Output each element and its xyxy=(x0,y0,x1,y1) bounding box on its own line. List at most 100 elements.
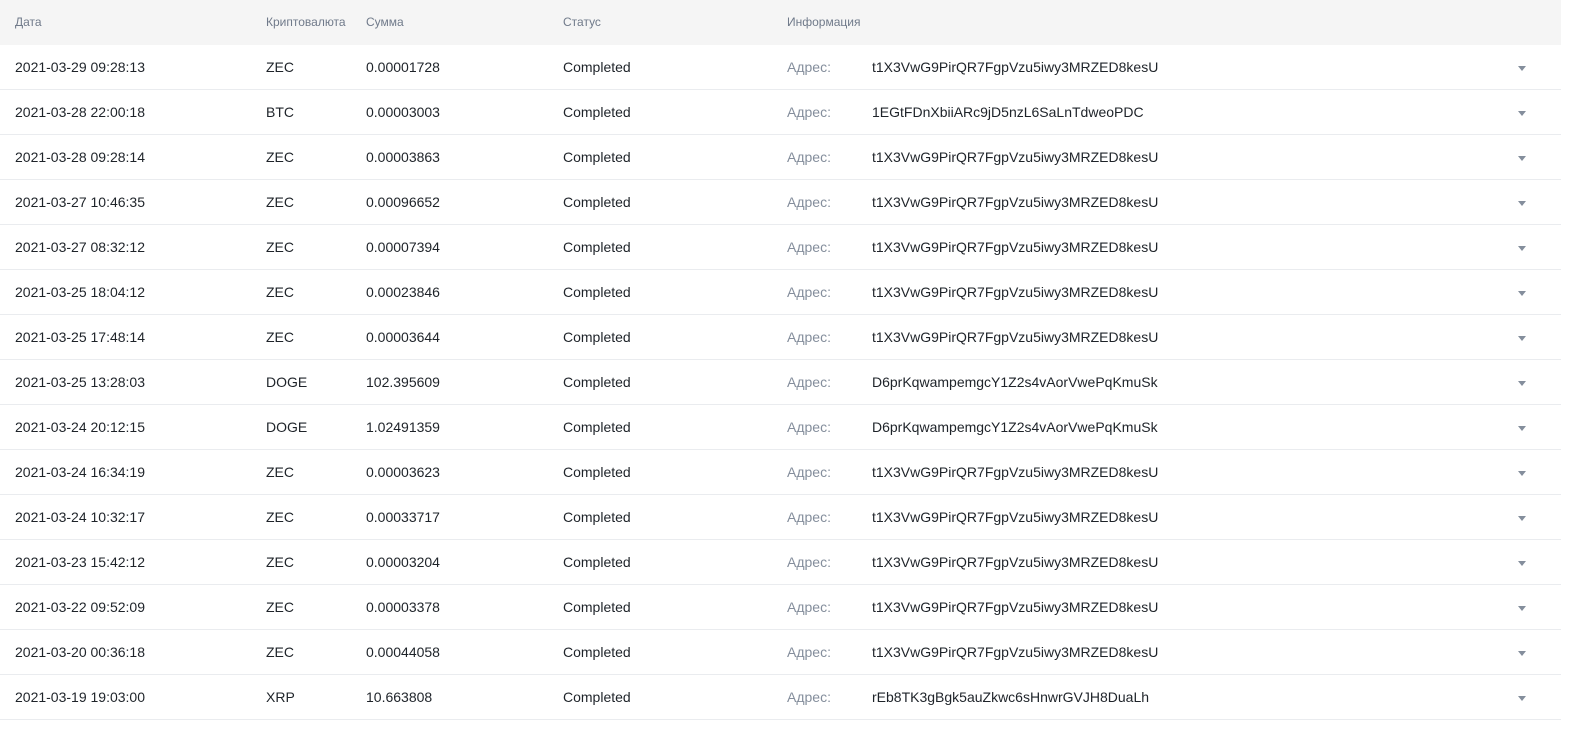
row-address-label: Адрес: xyxy=(787,554,831,570)
table-row[interactable]: 2021-03-29 09:28:13 ZEC 0.00001728 Complete… xyxy=(0,45,1561,90)
expand-row-button[interactable] xyxy=(1515,225,1529,269)
row-address-label: Адрес: xyxy=(787,59,831,75)
table-row[interactable]: 2021-03-20 00:36:18 ZEC 0.00044058 Complete… xyxy=(0,630,1561,675)
row-date: 2021-03-28 09:28:14 xyxy=(15,149,145,165)
row-coin: DOGE xyxy=(266,374,308,390)
row-status: Completed xyxy=(563,689,631,705)
row-amount: 0.00003863 xyxy=(366,149,440,165)
table-row[interactable]: 2021-03-27 08:32:12 ZEC 0.00007394 Complete… xyxy=(0,225,1561,270)
row-amount: 0.00096652 xyxy=(366,194,440,210)
expand-row-button[interactable] xyxy=(1515,315,1529,359)
table-row[interactable]: 2021-03-25 13:28:03 DOGE 102.395609 Complet… xyxy=(0,360,1561,405)
expand-row-button[interactable] xyxy=(1515,585,1529,629)
expand-row-button[interactable] xyxy=(1515,360,1529,404)
table-row[interactable]: 2021-03-25 18:04:12 ZEC 0.00023846 Complete… xyxy=(0,270,1561,315)
row-address-label: Адрес: xyxy=(787,239,831,255)
caret-down-icon xyxy=(1518,65,1526,71)
caret-down-icon xyxy=(1518,605,1526,611)
row-amount: 0.00044058 xyxy=(366,644,440,660)
row-coin: XRP xyxy=(266,689,295,705)
expand-row-button[interactable] xyxy=(1515,405,1529,449)
row-amount: 0.00003623 xyxy=(366,464,440,480)
row-coin: ZEC xyxy=(266,554,294,570)
header-date: Дата xyxy=(15,15,42,29)
expand-row-button[interactable] xyxy=(1515,675,1529,719)
row-amount: 0.00003378 xyxy=(366,599,440,615)
table-row[interactable]: 2021-03-23 15:42:12 ZEC 0.00003204 Complete… xyxy=(0,540,1561,585)
expand-row-button[interactable] xyxy=(1515,90,1529,134)
row-address-label: Адрес: xyxy=(787,104,831,120)
row-address: t1X3VwG9PirQR7FgpVzu5iwy3MRZED8kesU xyxy=(872,464,1159,480)
table-row[interactable]: 2021-03-22 09:52:09 ZEC 0.00003378 Complete… xyxy=(0,585,1561,630)
row-address-label: Адрес: xyxy=(787,284,831,300)
row-date: 2021-03-22 09:52:09 xyxy=(15,599,145,615)
row-coin: ZEC xyxy=(266,284,294,300)
row-address-label: Адрес: xyxy=(787,509,831,525)
caret-down-icon xyxy=(1518,155,1526,161)
row-coin: ZEC xyxy=(266,464,294,480)
expand-row-button[interactable] xyxy=(1515,180,1529,224)
row-date: 2021-03-24 20:12:15 xyxy=(15,419,145,435)
row-coin: DOGE xyxy=(266,419,308,435)
row-address: t1X3VwG9PirQR7FgpVzu5iwy3MRZED8kesU xyxy=(872,644,1159,660)
caret-down-icon xyxy=(1518,695,1526,701)
row-address: t1X3VwG9PirQR7FgpVzu5iwy3MRZED8kesU xyxy=(872,599,1159,615)
row-coin: ZEC xyxy=(266,239,294,255)
row-date: 2021-03-24 10:32:17 xyxy=(15,509,145,525)
table-header: Дата Криптовалюта Сумма Статус Информаци… xyxy=(0,0,1561,45)
expand-row-button[interactable] xyxy=(1515,495,1529,539)
row-date: 2021-03-23 15:42:12 xyxy=(15,554,145,570)
row-address-label: Адрес: xyxy=(787,464,831,480)
row-address: t1X3VwG9PirQR7FgpVzu5iwy3MRZED8kesU xyxy=(872,149,1159,165)
table-row[interactable]: 2021-03-28 22:00:18 BTC 0.00003003 Complete… xyxy=(0,90,1561,135)
row-address: t1X3VwG9PirQR7FgpVzu5iwy3MRZED8kesU xyxy=(872,554,1159,570)
row-status: Completed xyxy=(563,329,631,345)
table-row[interactable]: 2021-03-27 10:46:35 ZEC 0.00096652 Complete… xyxy=(0,180,1561,225)
table-row[interactable]: 2021-03-24 16:34:19 ZEC 0.00003623 Complete… xyxy=(0,450,1561,495)
row-status: Completed xyxy=(563,644,631,660)
row-address: t1X3VwG9PirQR7FgpVzu5iwy3MRZED8kesU xyxy=(872,284,1159,300)
caret-down-icon xyxy=(1518,470,1526,476)
row-status: Completed xyxy=(563,599,631,615)
withdrawal-history-table: Дата Криптовалюта Сумма Статус Информаци… xyxy=(0,0,1561,720)
table-body: 2021-03-29 09:28:13 ZEC 0.00001728 Complete… xyxy=(0,45,1561,720)
row-address-label: Адрес: xyxy=(787,419,831,435)
expand-row-button[interactable] xyxy=(1515,135,1529,179)
caret-down-icon xyxy=(1518,245,1526,251)
row-coin: ZEC xyxy=(266,644,294,660)
header-info: Информация xyxy=(787,15,861,29)
row-amount: 10.663808 xyxy=(366,689,433,705)
expand-row-button[interactable] xyxy=(1515,270,1529,314)
row-address: t1X3VwG9PirQR7FgpVzu5iwy3MRZED8kesU xyxy=(872,59,1159,75)
caret-down-icon xyxy=(1518,425,1526,431)
header-status: Статус xyxy=(563,15,601,29)
expand-row-button[interactable] xyxy=(1515,540,1529,584)
row-coin: ZEC xyxy=(266,599,294,615)
row-amount: 0.00023846 xyxy=(366,284,440,300)
row-status: Completed xyxy=(563,104,631,120)
row-coin: ZEC xyxy=(266,194,294,210)
row-coin: ZEC xyxy=(266,509,294,525)
expand-row-button[interactable] xyxy=(1515,450,1529,494)
caret-down-icon xyxy=(1518,515,1526,521)
row-address: D6prKqwampemgcY1Z2s4vAorVwePqKmuSk xyxy=(872,419,1158,435)
row-date: 2021-03-27 08:32:12 xyxy=(15,239,145,255)
table-row[interactable]: 2021-03-24 20:12:15 DOGE 1.02491359 Complet… xyxy=(0,405,1561,450)
row-address-label: Адрес: xyxy=(787,194,831,210)
table-row[interactable]: 2021-03-19 19:03:00 XRP 10.663808 Completed… xyxy=(0,675,1561,720)
table-row[interactable]: 2021-03-28 09:28:14 ZEC 0.00003863 Complete… xyxy=(0,135,1561,180)
caret-down-icon xyxy=(1518,335,1526,341)
row-date: 2021-03-29 09:28:13 xyxy=(15,59,145,75)
row-address: t1X3VwG9PirQR7FgpVzu5iwy3MRZED8kesU xyxy=(872,509,1159,525)
row-date: 2021-03-25 17:48:14 xyxy=(15,329,145,345)
table-row[interactable]: 2021-03-24 10:32:17 ZEC 0.00033717 Complete… xyxy=(0,495,1561,540)
row-amount: 1.02491359 xyxy=(366,419,440,435)
table-row[interactable]: 2021-03-25 17:48:14 ZEC 0.00003644 Complete… xyxy=(0,315,1561,360)
expand-row-button[interactable] xyxy=(1515,630,1529,674)
row-coin: ZEC xyxy=(266,59,294,75)
row-address: D6prKqwampemgcY1Z2s4vAorVwePqKmuSk xyxy=(872,374,1158,390)
row-coin: BTC xyxy=(266,104,294,120)
row-address-label: Адрес: xyxy=(787,599,831,615)
expand-row-button[interactable] xyxy=(1515,45,1529,89)
caret-down-icon xyxy=(1518,200,1526,206)
